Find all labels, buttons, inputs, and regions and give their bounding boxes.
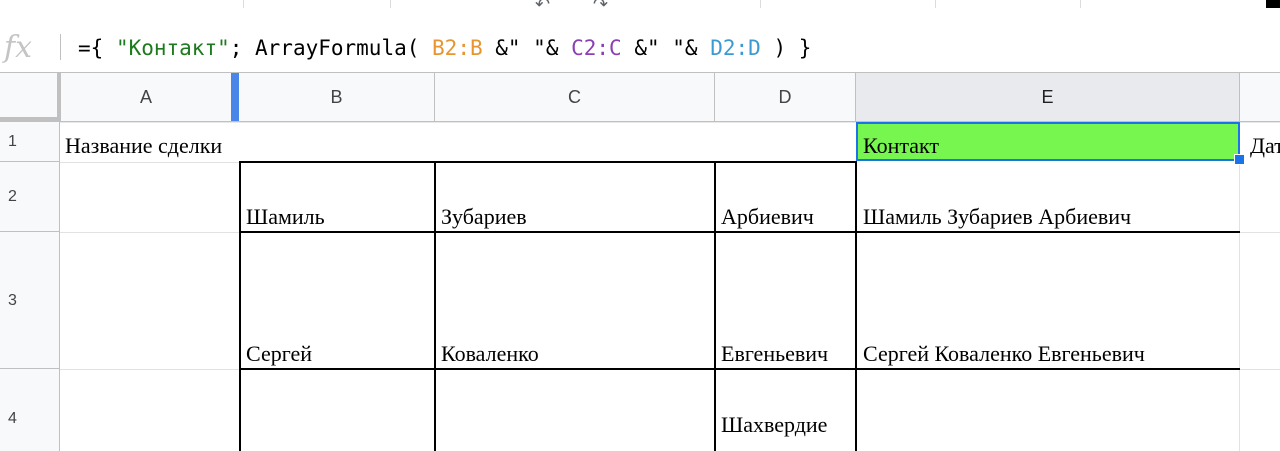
column-freeze-handle[interactable] bbox=[231, 73, 239, 121]
column-header-e[interactable]: E bbox=[856, 73, 1240, 121]
formula-bar: fx ={ "Контакт"; ArrayFormula( B2:B &" "… bbox=[0, 24, 1280, 73]
undo-icon[interactable]: ↶ bbox=[535, 0, 550, 15]
gridline bbox=[1240, 369, 1280, 370]
formula-range-c: C2:C bbox=[571, 36, 622, 60]
cell-e2[interactable]: Шамиль Зубариев Арбиевич bbox=[863, 204, 1238, 230]
cell-d2[interactable]: Арбиевич bbox=[721, 204, 853, 230]
column-header-a[interactable]: A bbox=[61, 73, 232, 121]
column-header-c[interactable]: C bbox=[435, 73, 715, 121]
cell-a1[interactable]: Название сделки bbox=[65, 133, 240, 159]
gridline bbox=[1239, 162, 1240, 451]
row-header-4[interactable]: 4 bbox=[0, 369, 60, 451]
toolbar-separator bbox=[1080, 0, 1081, 8]
select-all-corner[interactable] bbox=[0, 73, 61, 121]
fill-handle[interactable] bbox=[1234, 154, 1245, 165]
toolbar-separator bbox=[935, 0, 936, 8]
window-corner-mark bbox=[1266, 0, 1280, 8]
toolbar-separator bbox=[760, 0, 761, 8]
formula-string-literal: "Контакт" bbox=[115, 36, 230, 60]
cell-grid: Название сделки Контакт Дата Шамиль Зуба… bbox=[60, 122, 1280, 451]
cell-c3[interactable]: Коваленко bbox=[441, 341, 711, 367]
formula-token: &" "& bbox=[621, 36, 711, 60]
formula-token: ) } bbox=[760, 36, 812, 60]
column-header-row: A B C D E bbox=[0, 73, 1280, 122]
gridline bbox=[60, 369, 240, 370]
formula-bar-divider bbox=[60, 34, 61, 60]
range-border-row3 bbox=[239, 368, 1240, 370]
column-header-f[interactable] bbox=[1240, 73, 1280, 121]
range-border-cd bbox=[714, 161, 716, 451]
range-border-row2 bbox=[239, 231, 1240, 233]
formula-token: ={ bbox=[78, 36, 116, 60]
cell-e1-text: Контакт bbox=[863, 133, 940, 158]
row-header-3[interactable]: 3 bbox=[0, 232, 60, 369]
cell-b3[interactable]: Сергей bbox=[246, 341, 431, 367]
formula-token: ; ArrayFormula( bbox=[229, 36, 433, 60]
range-border-left bbox=[239, 161, 241, 451]
formula-input[interactable]: ={ "Контакт"; ArrayFormula( B2:B &" "& C… bbox=[78, 34, 811, 62]
redo-icon[interactable]: ↷ bbox=[593, 0, 608, 15]
formula-range-d: D2:D bbox=[710, 36, 761, 60]
cell-f1[interactable]: Дата bbox=[1250, 133, 1280, 159]
fx-icon: fx bbox=[3, 30, 33, 65]
spreadsheet-app: ↶ ↷ fx ={ "Контакт"; ArrayFormula( B2:B … bbox=[0, 0, 1280, 451]
cell-b2[interactable]: Шамиль bbox=[246, 204, 431, 230]
gridline bbox=[60, 162, 240, 163]
range-border-bc bbox=[434, 161, 436, 451]
formula-token: &" "& bbox=[482, 36, 572, 60]
cell-d3[interactable]: Евгеньевич bbox=[721, 341, 853, 367]
cell-e3[interactable]: Сергей Коваленко Евгеньевич bbox=[863, 341, 1238, 367]
row-header-1[interactable]: 1 bbox=[0, 122, 60, 162]
toolbar-separator bbox=[243, 0, 244, 8]
row-header-2[interactable]: 2 bbox=[0, 162, 60, 232]
range-border-de bbox=[855, 161, 857, 451]
toolbar-separator bbox=[390, 0, 391, 8]
column-header-d[interactable]: D bbox=[715, 73, 856, 121]
column-header-b[interactable]: B bbox=[239, 73, 435, 121]
gridline bbox=[1240, 232, 1280, 233]
gridline bbox=[60, 232, 240, 233]
formula-range-b: B2:B bbox=[432, 36, 483, 60]
cell-c2[interactable]: Зубариев bbox=[441, 204, 711, 230]
toolbar-strip: ↶ ↷ bbox=[0, 0, 1280, 25]
cell-d4[interactable]: Шахвердие bbox=[721, 412, 855, 438]
range-border-top bbox=[239, 161, 856, 163]
